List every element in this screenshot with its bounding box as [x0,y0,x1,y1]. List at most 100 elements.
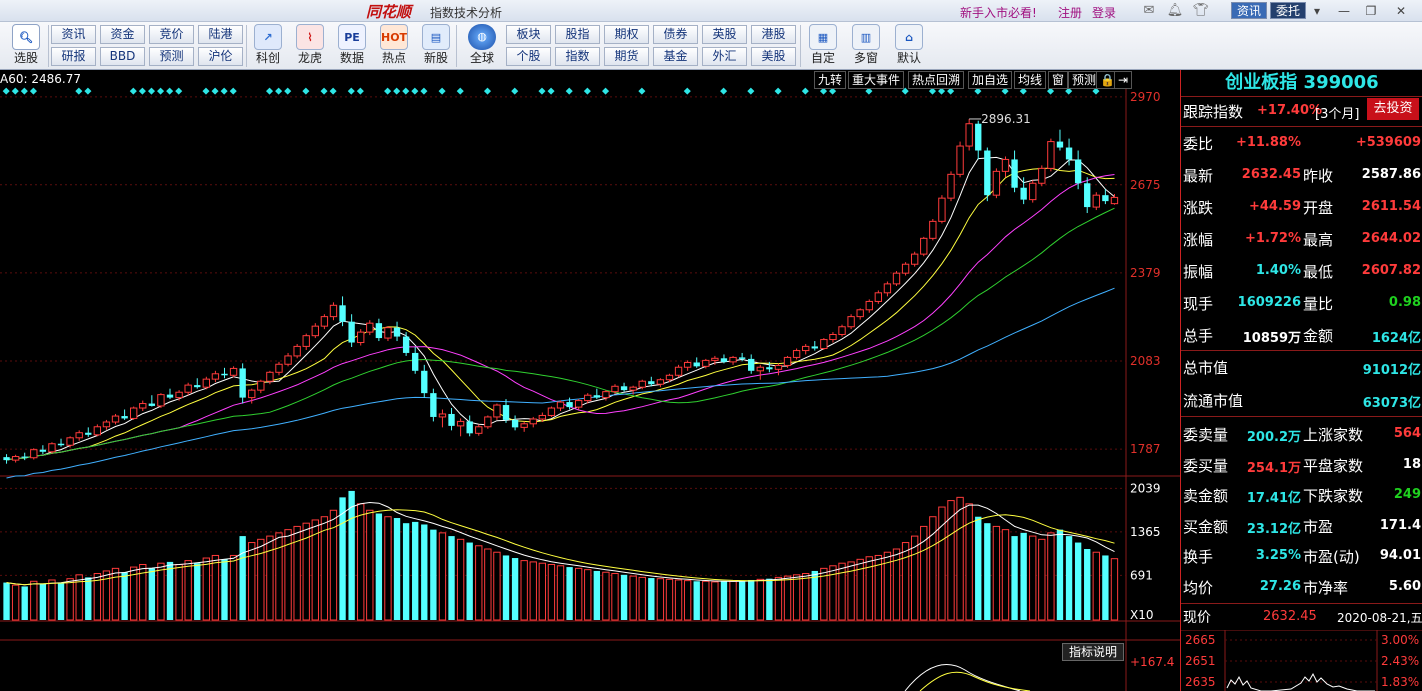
volume-bar [756,578,764,621]
volume-bar [975,516,982,620]
magnifier-icon: 🔍︎ [12,24,40,50]
toolbar-button[interactable]: 沪伦 [198,47,243,66]
divider [1181,416,1422,417]
volume-tick-label: 2039 [1130,481,1161,495]
minimize-button[interactable]: — [1335,3,1353,19]
price-tick-label: 2379 [1130,266,1161,280]
global-button[interactable]: ◍ 全球 [462,24,502,66]
toolbar-button[interactable]: 期货 [604,47,649,66]
volume-bar [339,497,346,620]
toolbar-button[interactable]: 债券 [653,25,698,44]
volume-bar [1001,529,1010,621]
volume-bar [412,521,419,620]
chart-tab[interactable]: 窗 [1048,71,1069,89]
dropdown-arrow-icon[interactable]: ▾ [1308,3,1326,19]
chart-tab[interactable]: ⇥ [1114,71,1133,89]
candle-body [783,356,792,366]
quote-label: 涨跌 [1183,199,1214,217]
volume-bar [1084,549,1091,620]
quote-row: 振幅 1.40% 最低 2607.82 [1181,255,1422,287]
intraday-mini-chart[interactable]: 2665 3.00% 2651 2.43% 2635 1.83% [1181,630,1422,691]
toolbar-button[interactable]: 板块 [506,25,551,44]
go-invest-button[interactable]: 去投资 [1367,98,1419,120]
pe-button[interactable]: PE 数据 [332,24,372,66]
indicator-help-button[interactable]: 指标说明 [1062,643,1125,661]
toolbar-button[interactable]: 港股 [751,25,796,44]
toolbar-button[interactable]: 资金 [100,25,145,44]
toolbar-button[interactable]: BBD [100,47,145,66]
custom-button[interactable]: ▦ 自定 [803,24,843,66]
separator [246,25,247,67]
volume-bar [175,563,183,621]
quote-label: 买金额 [1183,517,1229,536]
hot-button[interactable]: HOT 热点 [374,24,414,66]
close-button[interactable]: ✕ [1392,3,1410,19]
register-link[interactable]: 注册 [1058,4,1082,21]
volume-bar [502,555,510,620]
candle-body [992,170,1001,196]
macd-tick-label: +167.4 [1130,655,1174,669]
toolbar-button[interactable]: 指数 [555,47,600,66]
quote-value: 27.26 [1259,578,1301,594]
stock-screener-button[interactable]: 🔍︎ 选股 [6,24,46,66]
mini-tick-left: 2635 [1185,675,1216,689]
toolbar-button[interactable]: 陆港 [198,25,243,44]
chart-tab[interactable]: 加自选 [968,71,1013,89]
promo-link[interactable]: 新手入市必看! [960,4,1037,21]
quote-value: +539609 [1355,135,1421,150]
news-button[interactable]: 资讯 [1231,2,1268,19]
kline-chart-area[interactable]: 2970 2675 2379 2083 1787 2896.31 2039 1365 691 +1… [0,70,1180,691]
trade-button[interactable]: 委托 [1270,2,1307,19]
chart-tab[interactable]: 均线 [1014,71,1047,89]
mail-icon[interactable]: ✉ [1140,3,1158,19]
candle-body [366,322,374,333]
candle-body [638,380,646,388]
chart-tab[interactable]: 热点回溯 [908,71,965,89]
candle-body [21,456,28,458]
toolbar-button[interactable]: 基金 [653,47,698,66]
mini-tick-left: 2651 [1185,654,1216,668]
chart-tab[interactable]: 重大事件 [848,71,905,89]
quote-label: 市盈(动) [1303,548,1360,566]
toolbar-button[interactable]: 期权 [604,25,649,44]
volume-bar [783,575,792,621]
newstock-button[interactable]: ▤ 新股 [416,24,456,66]
toolbar-button[interactable]: 美股 [751,47,796,66]
toolbar-button[interactable]: 股指 [555,25,600,44]
toolbar-button[interactable]: 英股 [702,25,747,44]
kechuang-button[interactable]: ↗ 科创 [248,24,288,66]
toolbar-button[interactable]: 研报 [51,47,96,66]
toolbar-button[interactable]: 外汇 [702,47,747,66]
multiwindow-button[interactable]: ▥ 多窗 [846,24,886,66]
restore-button[interactable]: ❐ [1362,3,1380,19]
volume-bar [229,554,238,621]
quote-panel: 创业板指 399006 跟踪指数 +17.40% [3个月] 去投资 现价 26… [1180,70,1422,691]
quote-value: 2632.45 [1241,167,1301,182]
quote-row: 均价 27.26 市净率 5.60 [1181,571,1422,603]
candle-body [738,357,746,359]
volume-bar [1110,558,1119,621]
candle-body [30,449,38,459]
quote-label: 委买量 [1183,456,1229,475]
candle-body [602,391,610,399]
candle-body [1001,158,1010,172]
bell-icon[interactable]: 🔔︎ [1166,3,1184,19]
candle-body [975,123,982,151]
candle-body [593,395,601,398]
volume-bar [956,496,964,621]
toolbar-button[interactable]: 资讯 [51,25,96,44]
candle-body [683,361,692,368]
volume-bar [792,574,801,621]
kline-chart[interactable]: 2970 2675 2379 2083 1787 2896.31 2039 1365 691 +1… [0,70,1180,691]
home-button[interactable]: ⌂ 默认 [889,24,929,66]
candle-body [702,359,710,367]
toolbar-button[interactable]: 竞价 [149,25,194,44]
longhu-button[interactable]: ⌇ 龙虎 [290,24,330,66]
candle-body [157,394,165,407]
login-link[interactable]: 登录 [1092,4,1116,21]
shirt-icon[interactable]: 👕︎ [1192,3,1210,19]
chart-tab[interactable]: 九转 [814,71,847,89]
volume-bar [194,563,201,620]
toolbar-button[interactable]: 个股 [506,47,551,66]
toolbar-button[interactable]: 预测 [149,47,194,66]
